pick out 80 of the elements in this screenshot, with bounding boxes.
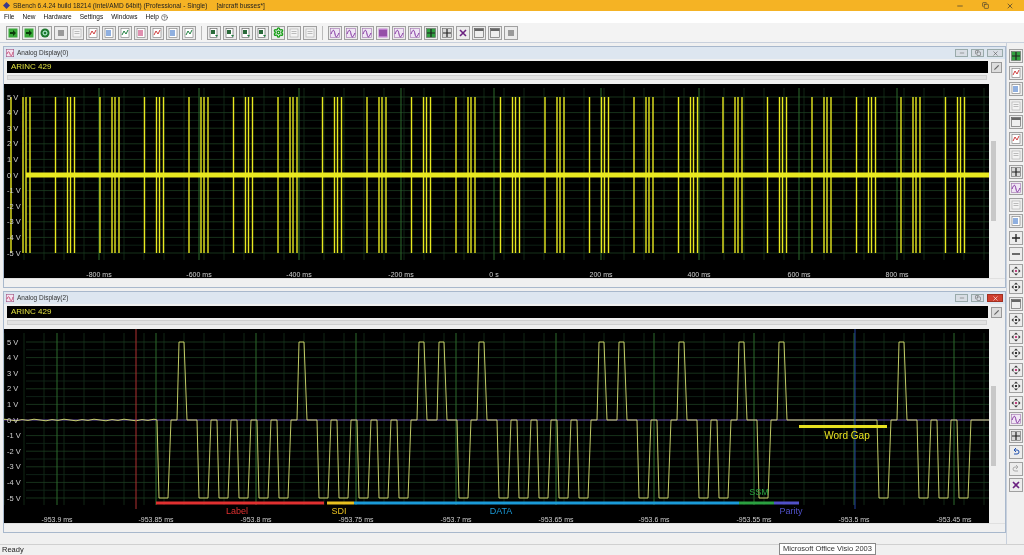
undo-icon[interactable] (1008, 445, 1023, 459)
segment-label: Label (226, 505, 248, 516)
wave-icon[interactable] (360, 25, 374, 40)
x-icon[interactable] (1008, 478, 1023, 492)
move-icon[interactable] (1008, 379, 1023, 393)
wave-icon[interactable] (344, 25, 358, 40)
gap-label: Word Gap (824, 430, 870, 441)
x-icon[interactable] (456, 25, 470, 40)
chart-icon[interactable] (1008, 131, 1023, 146)
edit-icon[interactable] (991, 306, 1002, 318)
chart-icon[interactable] (150, 25, 164, 40)
close-icon (1006, 1, 1014, 10)
stop-icon[interactable] (54, 25, 68, 40)
help-icon[interactable] (160, 13, 168, 21)
page-icon[interactable] (303, 25, 317, 40)
grid-icon[interactable] (424, 25, 438, 40)
move-icon[interactable] (1008, 313, 1023, 327)
arrow-icon[interactable] (22, 25, 36, 40)
wave-icon[interactable] (1008, 181, 1023, 195)
minus-icon[interactable] (1008, 247, 1023, 261)
window-icon[interactable] (488, 25, 502, 40)
segment-label: Parity (779, 505, 803, 516)
plus-icon[interactable] (1008, 230, 1023, 245)
document-icon[interactable] (239, 25, 253, 40)
wave-icon[interactable] (408, 25, 422, 40)
grid-icon[interactable] (440, 25, 454, 40)
restore-button[interactable] (971, 49, 984, 57)
wave-icon[interactable] (392, 25, 406, 40)
close-icon (991, 294, 999, 302)
refresh-icon[interactable] (38, 25, 52, 40)
chart-icon[interactable] (134, 25, 148, 40)
chart-icon[interactable] (102, 25, 116, 40)
window-icon[interactable] (1008, 115, 1023, 129)
app-icon (3, 2, 10, 9)
segment-label: DATA (489, 505, 513, 516)
close-icon (991, 49, 999, 57)
stop-icon[interactable] (504, 25, 518, 40)
wave-icon[interactable] (1008, 412, 1023, 426)
chart-icon[interactable] (166, 25, 180, 40)
page-icon[interactable] (287, 25, 301, 40)
page-icon[interactable] (70, 25, 84, 40)
wave-icon[interactable] (328, 25, 342, 40)
segment-label: SDI (331, 505, 347, 516)
channel-label: ARINC 429 (11, 61, 52, 73)
document-icon[interactable] (255, 25, 269, 40)
restore-icon (974, 295, 981, 301)
chart-icon[interactable] (182, 25, 196, 40)
grid-icon[interactable] (1008, 428, 1023, 443)
move-icon[interactable] (1008, 362, 1023, 377)
gear-icon[interactable] (271, 25, 285, 40)
chart-icon[interactable] (118, 25, 132, 40)
grid-icon[interactable] (1008, 49, 1023, 63)
window-icon[interactable] (1008, 296, 1023, 311)
wave-icon (6, 49, 14, 57)
document-icon[interactable] (223, 25, 237, 40)
lines-icon[interactable] (376, 25, 390, 40)
minimize-icon (958, 295, 965, 301)
move-icon[interactable] (1008, 263, 1023, 278)
move-icon[interactable] (1008, 329, 1023, 344)
page-icon[interactable] (1008, 98, 1023, 113)
grid-icon[interactable] (1008, 164, 1023, 179)
wave-icon (6, 294, 14, 302)
move-icon[interactable] (1008, 395, 1023, 410)
page-icon[interactable] (1008, 197, 1023, 212)
restore-icon (974, 50, 981, 56)
chart-icon[interactable] (86, 25, 100, 40)
document-icon[interactable] (207, 25, 221, 40)
chart-icon[interactable] (1008, 82, 1023, 96)
channel-label: ARINC 429 (11, 306, 52, 318)
window-icon[interactable] (472, 25, 486, 40)
page-icon[interactable] (1008, 148, 1023, 162)
close-button[interactable] (987, 294, 1003, 302)
restore-button[interactable] (971, 294, 984, 302)
edit-icon[interactable] (991, 61, 1002, 73)
move-icon[interactable] (1008, 346, 1023, 360)
arrow-icon[interactable] (6, 25, 20, 40)
move-icon[interactable] (1008, 280, 1023, 294)
close-button[interactable] (987, 49, 1003, 57)
minimize-icon (958, 50, 965, 56)
restore-icon (981, 2, 989, 9)
